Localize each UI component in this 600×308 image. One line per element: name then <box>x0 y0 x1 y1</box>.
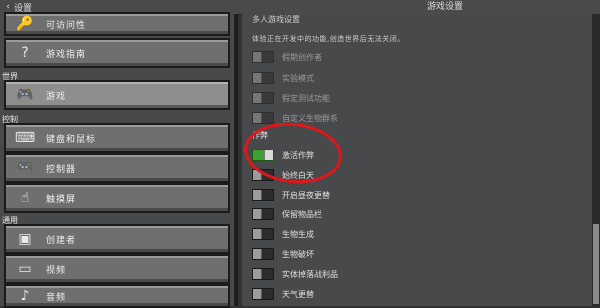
monitor-icon: ▭ <box>18 261 32 277</box>
toggle-label: 天气更替 <box>282 289 314 299</box>
toggle-knob <box>253 113 262 123</box>
toggle-row-cheat: 生物破坏 <box>252 247 314 261</box>
toggle-switch[interactable] <box>252 288 274 300</box>
nav-item-label: 控制器 <box>46 164 77 175</box>
toggle-row-cheat: 天气更替 <box>252 287 314 301</box>
nav-item-game-guide[interactable]: ? 游戏指南 <box>4 38 230 68</box>
speaker-icon: ♪ <box>20 288 30 304</box>
toggle-knob <box>253 190 262 200</box>
toggle-label: 假定测试功能 <box>282 93 330 103</box>
toggle-label: 假期创作者 <box>282 52 322 62</box>
nav-item-label: 游戏指南 <box>46 49 87 60</box>
nav-item-label: 触摸屏 <box>46 194 77 205</box>
toggle-switch[interactable] <box>252 228 274 240</box>
controller-icon: 🎮 <box>16 87 34 103</box>
toggle-label: 开启昼夜更替 <box>282 190 330 200</box>
touch-icon: ☝ <box>20 190 30 206</box>
scrollbar[interactable] <box>592 14 600 306</box>
keyboard-icon: ⌨ <box>14 130 36 146</box>
scrollbar-thumb[interactable] <box>593 224 599 304</box>
nav-item-label: 创建者 <box>46 235 77 246</box>
toggle-switch[interactable] <box>252 208 274 220</box>
toggle-switch[interactable] <box>252 112 274 124</box>
key-icon: 🔑 <box>16 16 34 32</box>
nav-item-game[interactable]: 🎮 游戏 <box>4 80 230 110</box>
question-icon: ? <box>21 45 29 61</box>
toggle-knob <box>253 269 262 279</box>
toggle-switch[interactable] <box>252 189 274 201</box>
toggle-switch[interactable] <box>252 248 274 260</box>
nav-item-accessibility[interactable]: 🔑 可访问性 <box>4 12 230 36</box>
toggle-switch[interactable] <box>252 268 274 280</box>
toggle-knob <box>253 209 262 219</box>
toggle-knob <box>253 229 262 239</box>
toggle-row-cheat: 保留物品栏 <box>252 207 322 221</box>
toggle-knob <box>253 73 262 83</box>
toggle-label: 保留物品栏 <box>282 209 322 219</box>
nav-item-label: 游戏 <box>46 91 67 102</box>
nav-item-creator[interactable]: ▣ 创建者 <box>4 224 230 254</box>
toggle-row-experimental: 假定测试功能 <box>252 91 330 105</box>
nav-item-keyboard-mouse[interactable]: ⌨ 键盘和鼠标 <box>4 123 230 153</box>
toggle-label: 实体掉落战利品 <box>282 269 338 279</box>
controller-icon: 🎮 <box>16 160 34 176</box>
toggle-switch[interactable] <box>252 92 274 104</box>
experimental-note: 体验正在开发中的功能,创造世界后无法关闭。 <box>252 35 405 43</box>
nav-item-label: 键盘和鼠标 <box>46 134 97 145</box>
nav-item-touch[interactable]: ☝ 触摸屏 <box>4 183 230 213</box>
section-header-top: 多人游戏设置 <box>252 15 300 24</box>
toggle-row-cheat: 开启昼夜更替 <box>252 188 330 202</box>
nav-item-audio[interactable]: ♪ 音频 <box>4 284 230 308</box>
toggle-knob <box>253 93 262 103</box>
toggle-knob <box>253 52 262 62</box>
toggle-row-cheat: 实体掉落战利品 <box>252 267 338 281</box>
toggle-switch[interactable] <box>252 51 274 63</box>
toggle-row-experimental: 假期创作者 <box>252 50 322 64</box>
toggle-label: 实验模式 <box>282 73 314 83</box>
toggle-switch[interactable] <box>252 72 274 84</box>
nav-item-label: 音频 <box>46 292 67 303</box>
toggle-label: 生物生成 <box>282 229 314 239</box>
nav-item-controller[interactable]: 🎮 控制器 <box>4 153 230 183</box>
toggle-label: 生物破坏 <box>282 249 314 259</box>
toggle-row-cheat: 生物生成 <box>252 227 314 241</box>
nav-item-label: 视频 <box>46 265 67 276</box>
nav-item-label: 可访问性 <box>46 20 87 31</box>
nav-item-video[interactable]: ▭ 视频 <box>4 254 230 284</box>
toggle-row-experimental: 实验模式 <box>252 71 314 85</box>
toggle-knob <box>253 249 262 259</box>
settings-screen: ‹ 设置 游戏设置 🔑 可访问性? 游戏指南 世界 🎮 游戏 控制 ⌨ 键盘和鼠标 🎮 控制器 ☝ 触摸… <box>0 0 600 308</box>
creator-icon: ▣ <box>18 231 32 247</box>
toggle-knob <box>253 289 262 299</box>
